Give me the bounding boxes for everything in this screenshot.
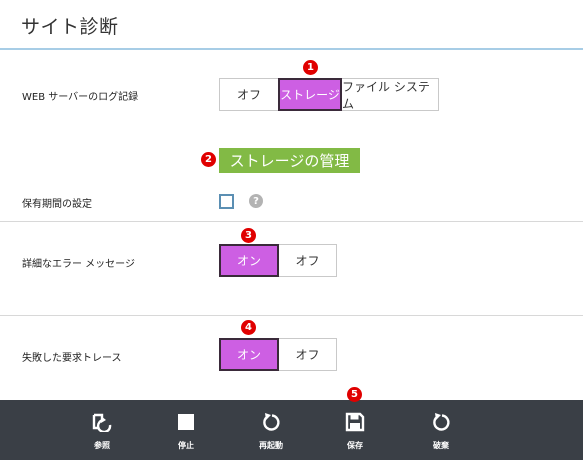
detailed-errors-option-on[interactable]: オン	[219, 244, 279, 277]
title-divider	[0, 48, 583, 50]
stop-icon	[175, 411, 197, 433]
failed-trace-label: 失敗した要求トレース	[22, 353, 122, 364]
help-icon[interactable]: ?	[249, 194, 263, 208]
browse-label: 参照	[94, 441, 110, 450]
marker-3: 3	[241, 228, 256, 243]
marker-1: 1	[303, 60, 318, 75]
web-log-option-storage[interactable]: ストレージ	[278, 78, 342, 111]
web-log-toggle: オフ ストレージ ファイル システム	[219, 78, 439, 111]
failed-trace-option-on[interactable]: オン	[219, 338, 279, 371]
web-log-option-filesystem[interactable]: ファイル システム	[341, 78, 439, 111]
discard-icon	[430, 411, 452, 433]
discard-button[interactable]: 破棄	[416, 400, 466, 460]
command-bar: 参照 停止 再起動 保存 破棄 5	[0, 387, 583, 460]
web-log-option-off[interactable]: オフ	[219, 78, 279, 111]
save-label: 保存	[347, 441, 363, 450]
browse-icon	[91, 411, 113, 433]
discard-label: 破棄	[433, 441, 449, 450]
web-log-label: WEB サーバーのログ記録	[22, 92, 139, 103]
detailed-errors-option-off[interactable]: オフ	[278, 244, 337, 277]
retention-label: 保有期間の設定	[22, 199, 92, 210]
failed-trace-option-off[interactable]: オフ	[278, 338, 337, 371]
detailed-errors-toggle: オン オフ	[219, 244, 337, 277]
failed-trace-toggle: オン オフ	[219, 338, 337, 371]
restart-label: 再起動	[259, 441, 283, 450]
stop-button[interactable]: 停止	[161, 400, 211, 460]
browse-button[interactable]: 参照	[77, 400, 127, 460]
page-title: サイト診断	[21, 16, 119, 38]
save-icon	[344, 411, 366, 433]
storage-management-link[interactable]: ストレージの管理	[219, 148, 360, 173]
save-button[interactable]: 保存	[330, 400, 380, 460]
marker-2: 2	[201, 152, 216, 167]
detailed-errors-label: 詳細なエラー メッセージ	[22, 259, 135, 270]
stop-label: 停止	[178, 441, 194, 450]
divider	[0, 315, 583, 316]
retention-checkbox[interactable]	[219, 194, 234, 209]
marker-4: 4	[241, 320, 256, 335]
restart-button[interactable]: 再起動	[246, 400, 296, 460]
divider	[0, 221, 583, 222]
marker-5: 5	[347, 387, 362, 402]
restart-icon	[260, 411, 282, 433]
